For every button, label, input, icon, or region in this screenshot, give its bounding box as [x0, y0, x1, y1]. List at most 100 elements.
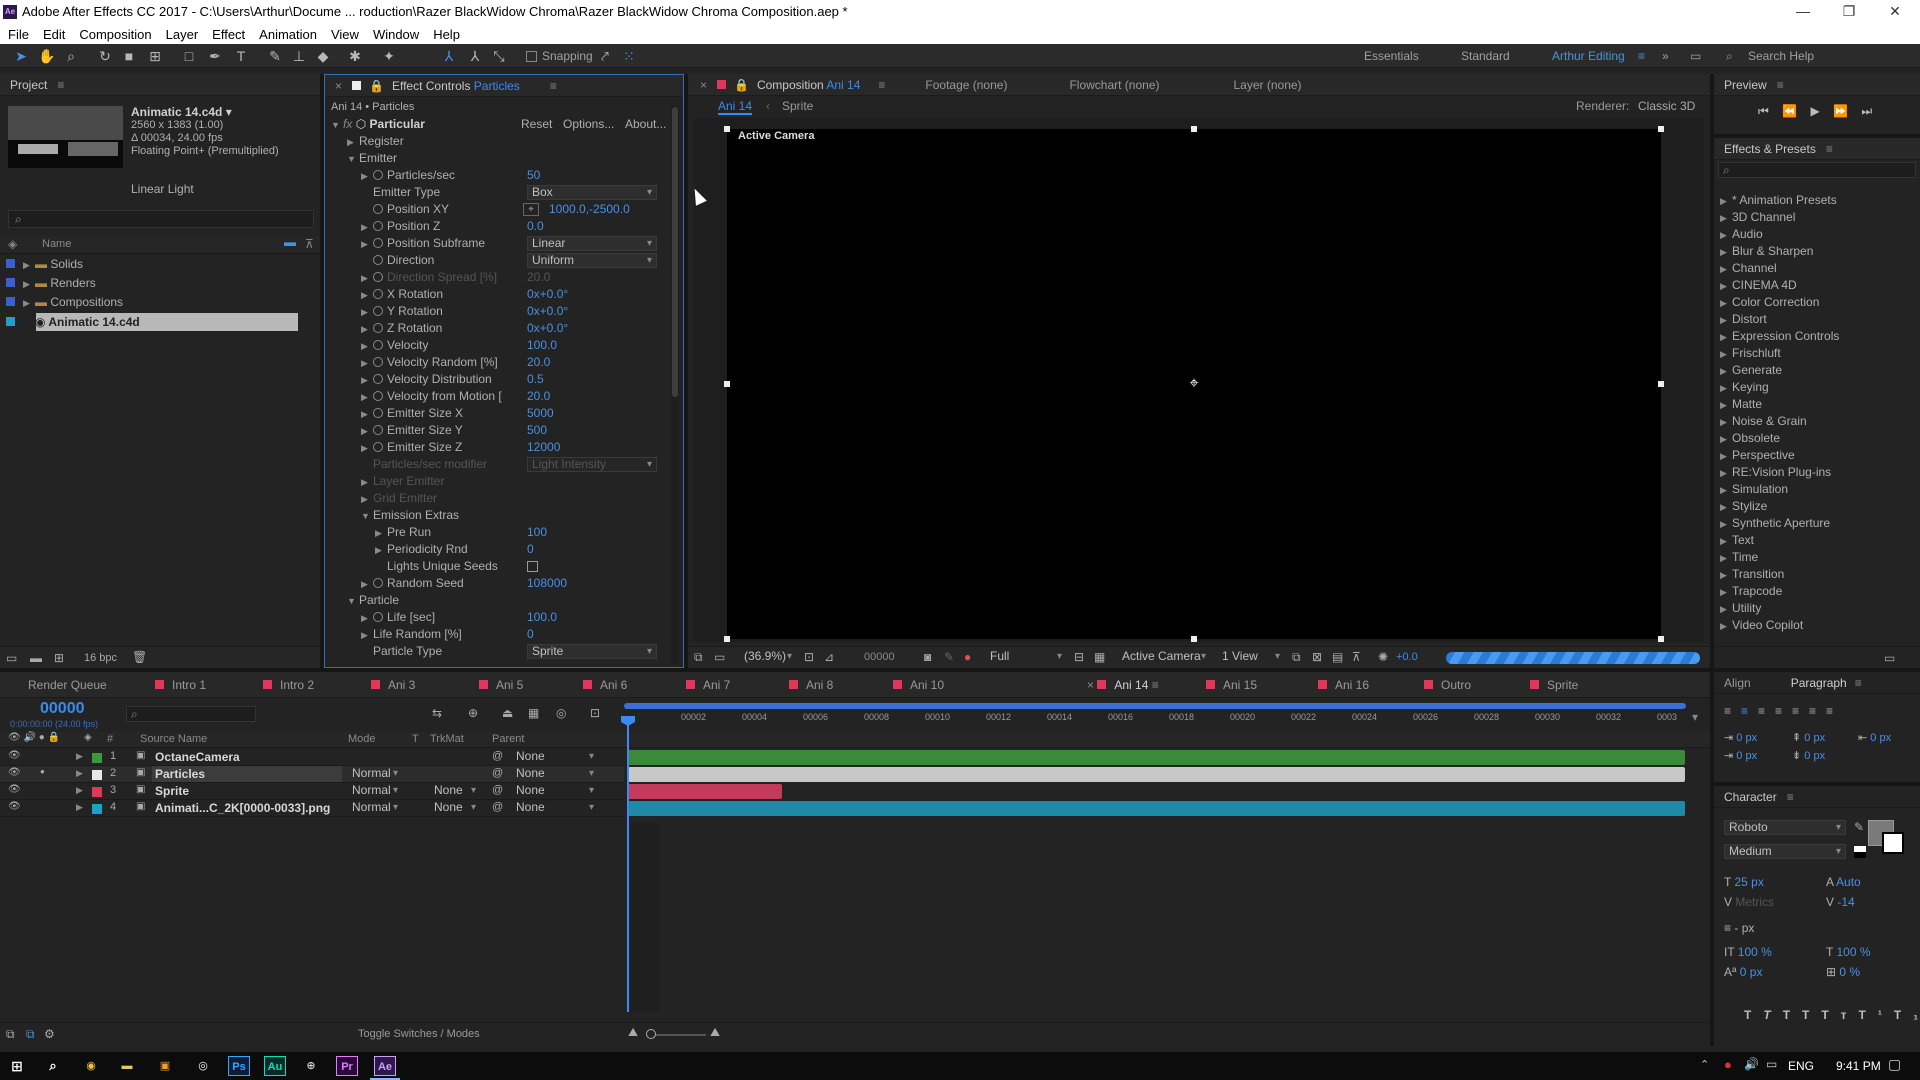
timeline-search-input[interactable]: ⌕: [126, 706, 256, 722]
effect-property-row[interactable]: Position XY: [361, 201, 449, 218]
collapsed-triangle-icon[interactable]: ▶: [1720, 431, 1732, 448]
effects-category[interactable]: ▶ Video Copilot: [1720, 617, 1803, 634]
collapsed-triangle-icon[interactable]: ▶: [361, 270, 373, 287]
collapsed-triangle-icon[interactable]: ▶: [1720, 261, 1732, 278]
effect-property-row[interactable]: Particles/sec modifier: [361, 456, 487, 473]
property-value[interactable]: 12000: [527, 439, 560, 456]
name-column-header[interactable]: Name: [42, 238, 71, 250]
layer-handle[interactable]: [724, 126, 730, 132]
eyedropper-icon[interactable]: ✎: [1854, 820, 1864, 834]
layer-handle[interactable]: [724, 381, 730, 387]
collapsed-triangle-icon[interactable]: ▶: [361, 219, 373, 236]
effect-property-row[interactable]: ▶ Life Random [%]: [361, 626, 462, 643]
effect-property-row[interactable]: ▼ Emission Extras: [361, 507, 459, 524]
project-search-input[interactable]: ⌕: [8, 210, 314, 228]
new-preset-icon[interactable]: ▭: [1884, 651, 1895, 665]
timeline-tab[interactable]: Ani 6: [583, 678, 627, 692]
eye-icon[interactable]: 👁: [8, 801, 21, 812]
effects-category[interactable]: ▶ Text: [1720, 532, 1754, 549]
property-value[interactable]: 100.0: [527, 337, 557, 354]
project-folder-solids[interactable]: ▶ ▬ Solids: [6, 256, 83, 273]
timeline-tab[interactable]: Intro 2: [263, 678, 314, 692]
timeline-tab[interactable]: Intro 1: [155, 678, 206, 692]
collapsed-triangle-icon[interactable]: ▶: [1720, 329, 1732, 346]
viewer-timecode[interactable]: 00000: [864, 651, 895, 663]
stopwatch-icon[interactable]: [373, 204, 383, 214]
stopwatch-icon[interactable]: [373, 221, 383, 231]
collapsed-triangle-icon[interactable]: ▶: [361, 423, 373, 440]
menu-file[interactable]: File: [8, 27, 29, 42]
collapsed-triangle-icon[interactable]: ▶: [361, 627, 373, 644]
layer-handle[interactable]: [1191, 126, 1197, 132]
view-layout-dropdown[interactable]: 1 View: [1218, 650, 1284, 665]
brush-tool-icon[interactable]: ✎: [266, 47, 284, 65]
tsume-value[interactable]: 0 %: [1839, 965, 1860, 979]
new-folder-icon[interactable]: ▬: [30, 651, 42, 665]
property-value[interactable]: 100: [527, 524, 547, 541]
camera-tool-icon[interactable]: ■: [120, 47, 138, 65]
property-value[interactable]: 0: [527, 541, 534, 558]
property-value[interactable]: 5000: [527, 405, 554, 422]
effect-property-row[interactable]: ▶ Life [sec]: [361, 609, 435, 626]
collapsed-triangle-icon[interactable]: ▶: [76, 785, 83, 796]
puppet-tool-icon[interactable]: ✦: [380, 47, 398, 65]
fx-icon[interactable]: fx: [343, 117, 352, 131]
collapsed-triangle-icon[interactable]: ▶: [361, 474, 373, 491]
stopwatch-icon[interactable]: [373, 612, 383, 622]
playhead[interactable]: [627, 722, 629, 1012]
scrollbar-thumb[interactable]: [672, 107, 678, 397]
fast-previews-icon[interactable]: ⊠: [1312, 650, 1322, 664]
layer-handle[interactable]: [1658, 381, 1664, 387]
pick-whip-icon[interactable]: @: [492, 750, 503, 762]
timeline-tab[interactable]: Ani 7: [686, 678, 730, 692]
channel-icon[interactable]: ●: [964, 650, 971, 664]
layer-switches-icon[interactable]: ⧉: [6, 1027, 15, 1042]
collapsed-triangle-icon[interactable]: ▶: [375, 525, 387, 542]
close-icon[interactable]: ✕: [1872, 0, 1918, 24]
font-family-dropdown[interactable]: Roboto: [1724, 820, 1846, 835]
layer-mode-dropdown[interactable]: Normal: [348, 767, 402, 782]
close-tab-icon[interactable]: ×: [1087, 678, 1097, 692]
effects-category[interactable]: ▶ Simulation: [1720, 481, 1788, 498]
menu-effect[interactable]: Effect: [212, 27, 245, 42]
timeline-tab[interactable]: Ani 3: [371, 678, 415, 692]
project-folder-compositions[interactable]: ▶ ▬ Compositions: [6, 294, 123, 311]
property-value[interactable]: 20.0: [527, 354, 550, 371]
flowchart-icon[interactable]: ⊼: [1352, 650, 1361, 664]
eye-icon[interactable]: 👁: [8, 750, 21, 761]
stopwatch-icon[interactable]: [373, 357, 383, 367]
effect-property-row[interactable]: ▶ Y Rotation: [361, 303, 443, 320]
effects-category[interactable]: ▶ 3D Channel: [1720, 209, 1795, 226]
label-column-icon[interactable]: ◈: [8, 237, 17, 251]
trash-icon[interactable]: 🗑: [132, 650, 147, 664]
collapsed-triangle-icon[interactable]: ▶: [361, 406, 373, 423]
collapsed-triangle-icon[interactable]: ▶: [361, 610, 373, 627]
mask-visibility-icon[interactable]: ⊿: [824, 650, 834, 664]
always-preview-icon[interactable]: ⧉: [694, 650, 703, 665]
stopwatch-icon[interactable]: [373, 391, 383, 401]
layer-name[interactable]: Sprite: [155, 784, 189, 798]
horizontal-scale-value[interactable]: 100 %: [1836, 945, 1870, 959]
selection-tool-icon[interactable]: ➤: [12, 47, 30, 65]
zoom-slider-thumb[interactable]: [646, 1029, 656, 1039]
graph-editor-icon[interactable]: ⊡: [590, 706, 600, 720]
footage-tab[interactable]: Footage (none): [925, 78, 1007, 92]
layer-parent-dropdown[interactable]: None: [512, 750, 598, 765]
resolution-dropdown[interactable]: Full: [986, 650, 1066, 665]
collapsed-triangle-icon[interactable]: ▶: [361, 576, 373, 593]
zoom-tool-icon[interactable]: ⌕: [62, 47, 80, 65]
av-features-icon[interactable]: 👁 🔊 ● 🔒: [8, 732, 60, 743]
effect-property-row[interactable]: ▶ Pre Run: [375, 524, 431, 541]
panel-menu-icon[interactable]: ≡: [57, 78, 64, 92]
layer-handle[interactable]: [1658, 636, 1664, 642]
property-value[interactable]: 0.5: [527, 371, 544, 388]
snap-feather-icon[interactable]: ⁙: [620, 47, 638, 65]
breadcrumb-ani14[interactable]: Ani 14: [718, 99, 753, 115]
effect-property-row[interactable]: ▶ Emitter Size Z: [361, 439, 462, 456]
comp-button-icon[interactable]: ▾: [1692, 710, 1698, 724]
timeline-tab[interactable]: × Ani 14 ≡: [1087, 678, 1159, 692]
effect-property-row[interactable]: ▶ Grid Emitter: [361, 490, 437, 507]
layer-mode-dropdown[interactable]: Normal: [348, 801, 402, 816]
roto-brush-tool-icon[interactable]: ✱: [346, 47, 364, 65]
file-explorer-icon[interactable]: ▬: [116, 1056, 138, 1076]
